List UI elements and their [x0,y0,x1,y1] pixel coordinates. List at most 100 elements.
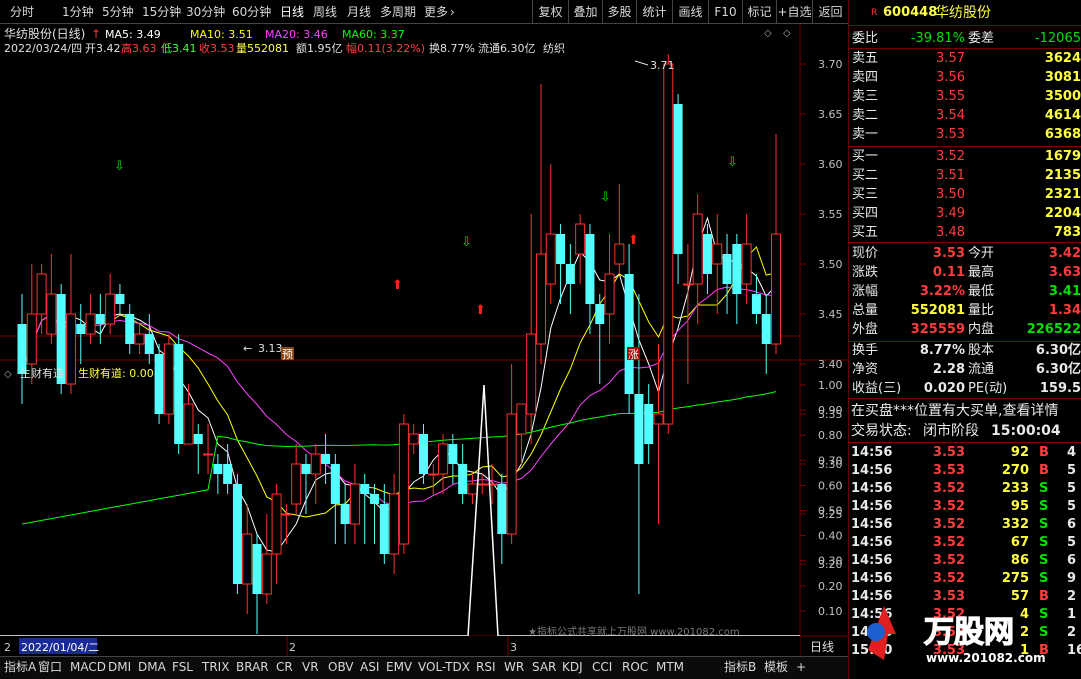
stat-label: 换手 [852,343,879,358]
stat-label: 最高 [968,265,995,280]
info-volume: 量552081 [236,42,289,55]
candle-body [467,483,478,495]
add-favorite-button[interactable]: +自选 [776,0,812,24]
buy-level-price: 3.48 [936,225,965,240]
indicator-tab-9[interactable]: VR [302,660,319,675]
indicator-tab-11[interactable]: ASI [360,660,379,675]
sell-level-label: 卖四 [852,70,879,85]
period-60min[interactable]: 60分钟 [232,4,271,20]
axis-date-cursor: 2022/01/04/二 [21,641,99,654]
candle-body [526,333,537,415]
trade-state: 闭市阶段 [923,423,979,439]
multi-stock-button[interactable]: 多股 [602,0,636,24]
period-multi[interactable]: 多周期 [380,4,416,20]
indicator-tab-15[interactable]: WR [504,660,524,675]
stats-button[interactable]: 统计 [636,0,672,24]
candle-body [203,453,214,456]
indicator-tab-16[interactable]: SAR [532,660,556,675]
indicator-tab-0[interactable]: 指标A [4,660,36,675]
fuquan-button[interactable]: 复权 [532,0,568,24]
mark-button[interactable]: 标记 [742,0,776,24]
period-30min[interactable]: 30分钟 [186,4,225,20]
sell-level-label: 卖三 [852,89,879,104]
buy-level-label: 买一 [852,149,879,164]
period-toolbar: 分时 1分钟 5分钟 15分钟 30分钟 60分钟 日线 周线 月线 多周期 更… [0,0,848,24]
tick-side: B [1039,445,1049,460]
price-tick-label: 3.45 [818,308,843,321]
stat-label: 收益(三) [852,381,902,396]
indicator-tab-10[interactable]: OBV [328,660,354,675]
candle-body [330,464,340,504]
tick-count: 4 [1067,445,1077,460]
candle-body [252,544,262,594]
indicator-tab-6[interactable]: TRIX [202,660,229,675]
indicator-tab-13[interactable]: VOL-TDX [418,660,470,675]
period-15min[interactable]: 15分钟 [142,4,181,20]
candle-body [163,343,174,415]
stat-label: 外盘 [852,322,879,337]
period-more[interactable]: 更多 [424,4,448,20]
stat-value: 0.11 [932,265,965,280]
back-button[interactable]: 返回 [812,0,848,24]
indicator-tab-3[interactable]: DMI [108,660,131,675]
more-chevron-icon[interactable]: › [450,4,455,20]
indicator-name[interactable]: 生财有道 [20,366,64,380]
indicator-tab-1[interactable]: 窗口 [38,660,62,675]
period-1min[interactable]: 1分钟 [62,4,94,20]
sell-level-price: 3.57 [936,51,965,66]
candle-body [46,293,57,335]
indicator-tab-7[interactable]: BRAR [236,660,269,675]
stat-label: 今开 [968,246,995,261]
indicator-tab-5[interactable]: FSL [172,660,193,675]
indicator-tab-20[interactable]: MTM [656,660,684,675]
ma5-label: MA5: 3.49 [105,28,161,41]
indicator-tab-17[interactable]: KDJ [562,660,583,675]
logo-globe-icon [867,623,885,641]
indicator-tab-18[interactable]: CCI [592,660,612,675]
ma10-label: MA10: 3.51 [190,28,253,41]
indicator-tab-8[interactable]: CR [276,660,293,675]
indicator-tab-19[interactable]: ROC [622,660,648,675]
kline-chart[interactable]: 华纺股份(日线) ↑ MA5: 3.49 MA10: 3.51 MA20: 3.… [0,24,848,656]
period-fenshi[interactable]: 分时 [10,4,34,20]
candle-body [624,274,634,394]
price-tick-label: 3.60 [818,158,843,171]
big-order-notice[interactable]: 在买盘***位置有大买单,查看详情 [851,402,1058,420]
sell-level-label: 卖二 [852,108,879,123]
indicator-toggle-icon[interactable]: ◇ [4,369,12,380]
candle-body [310,453,321,475]
indicator-tab-4[interactable]: DMA [138,660,166,675]
weibi-label: 委比 [852,31,879,46]
indicator-tab-2[interactable]: MACD [70,660,106,675]
period-5min[interactable]: 5分钟 [102,4,134,20]
stat-value: 3.42 [1048,246,1081,261]
f10-button[interactable]: F10 [708,0,742,24]
tick-count: 5 [1067,535,1077,550]
stat-value: 159.5 [1039,381,1081,396]
candle-body [771,233,781,345]
tick-count: 6 [1067,517,1077,532]
candle-body [193,434,203,444]
diamond-icon[interactable]: ◇ [764,28,772,39]
candle-body [115,294,125,304]
candle-body [26,313,37,365]
info-turnover: 换8.77% [429,41,475,55]
tick-time: 14:56 [851,445,893,460]
candle-body [291,463,302,505]
down-arrow-icon: ⇩ [461,235,472,250]
indicator-tab-14[interactable]: RSI [476,660,496,675]
period-week[interactable]: 周线 [313,4,337,20]
buy-level-label: 买五 [852,225,879,240]
draw-line-button[interactable]: 画线 [672,0,708,24]
indicator-tab-23[interactable]: + [796,660,806,675]
period-day[interactable]: 日线 [280,4,304,20]
collapse-icon[interactable]: ◇ [783,28,791,39]
indicator-tab-22[interactable]: 模板 [764,660,788,675]
ma20-label: MA20: 3.46 [265,28,328,41]
indicator-tab-12[interactable]: EMV [386,660,412,675]
indicator-tab-21[interactable]: 指标B [724,660,756,675]
candle-body [741,243,752,285]
period-month[interactable]: 月线 [347,4,371,20]
overlay-button[interactable]: 叠加 [568,0,602,24]
watermark-brand: 万股网 [924,615,1014,650]
